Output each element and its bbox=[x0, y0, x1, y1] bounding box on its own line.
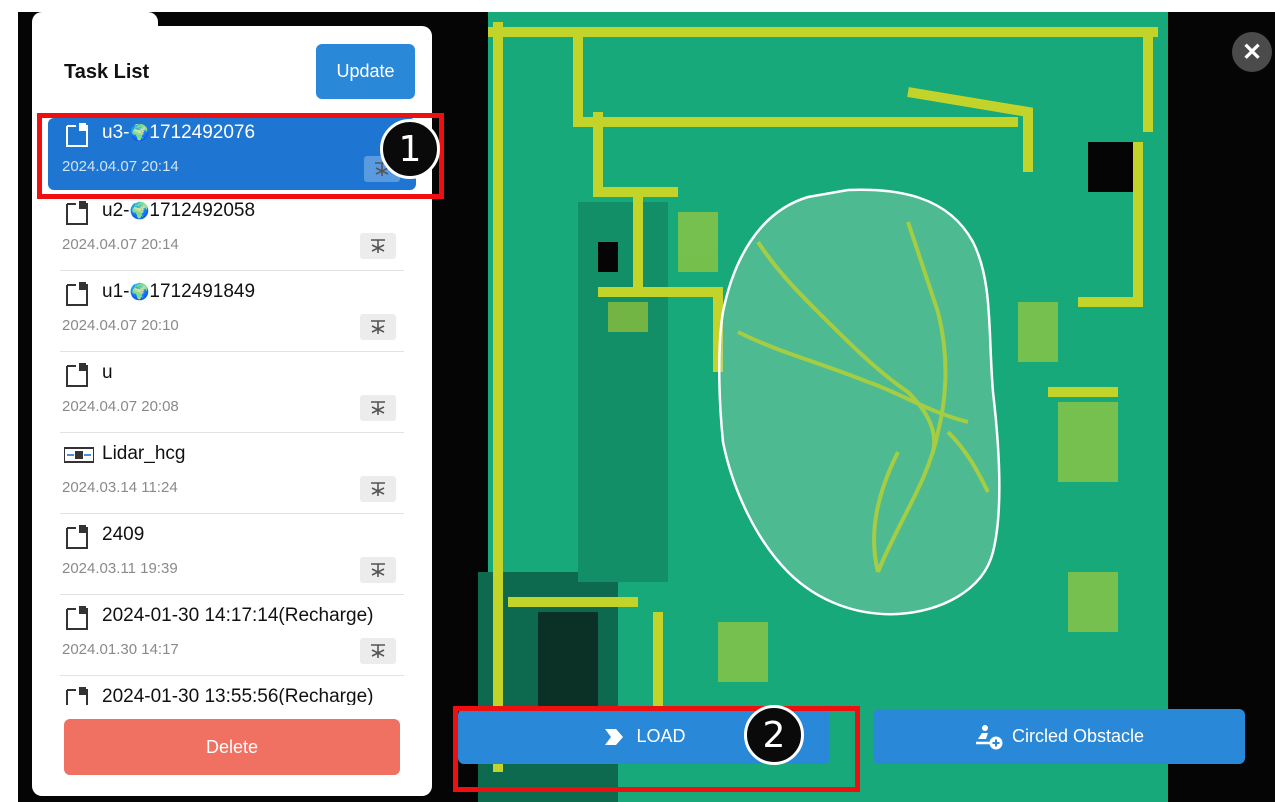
file-icon bbox=[64, 524, 88, 549]
task-list-item[interactable]: 2024-01-30 14:17:14(Recharge) 2024.01.30 … bbox=[60, 595, 404, 676]
file-icon bbox=[64, 605, 88, 630]
task-name: 2024-01-30 14:17:14(Recharge) bbox=[102, 605, 373, 627]
file-icon bbox=[64, 200, 88, 225]
close-icon: ✕ bbox=[1241, 38, 1263, 66]
task-list-item[interactable]: u1-🌍1712491849 2024.04.07 20:10 bbox=[60, 271, 404, 352]
task-name: 2409 bbox=[102, 524, 144, 546]
circled-obstacle-button[interactable]: Circled Obstacle bbox=[873, 709, 1245, 764]
antenna-icon bbox=[371, 239, 385, 253]
antenna-icon bbox=[371, 563, 385, 577]
panel-title: Task List bbox=[64, 61, 150, 83]
task-name: Lidar_hcg bbox=[102, 443, 185, 465]
task-action-button[interactable] bbox=[360, 557, 396, 583]
globe-icon: 🌍 bbox=[129, 203, 150, 220]
task-name-text: 2024-01-30 14:17:14(Recharge) bbox=[102, 605, 374, 626]
task-list-item[interactable]: u2-🌍1712492058 2024.04.07 20:14 bbox=[60, 190, 404, 271]
task-name: u bbox=[102, 362, 113, 384]
globe-icon: 🌍 bbox=[129, 284, 150, 301]
task-name-id: 1712492058 bbox=[149, 200, 256, 221]
update-button[interactable]: Update bbox=[316, 44, 415, 99]
task-name-text: u1- bbox=[102, 281, 130, 302]
task-name-text: Lidar_hcg bbox=[102, 443, 186, 464]
task-action-button[interactable] bbox=[360, 395, 396, 421]
task-name-text: u2- bbox=[102, 200, 130, 221]
task-list-item[interactable]: Lidar_hcg 2024.03.14 11:24 bbox=[60, 433, 404, 514]
antenna-icon bbox=[371, 320, 385, 334]
task-action-button[interactable] bbox=[360, 638, 396, 664]
task-name: u2-🌍1712492058 bbox=[102, 200, 255, 222]
delete-button[interactable]: Delete bbox=[64, 719, 400, 775]
task-name: u1-🌍1712491849 bbox=[102, 281, 255, 303]
file-icon bbox=[64, 686, 88, 705]
task-list-item[interactable]: 2024-01-30 13:55:56(Recharge) bbox=[60, 676, 404, 705]
task-name-id: 1712491849 bbox=[149, 281, 256, 302]
step-badge-1: 1 bbox=[380, 119, 440, 179]
task-date: 2024.01.30 14:17 bbox=[62, 641, 179, 658]
task-date: 2024.04.07 20:10 bbox=[62, 317, 179, 334]
antenna-icon bbox=[371, 644, 385, 658]
antenna-icon bbox=[371, 401, 385, 415]
file-icon bbox=[64, 281, 88, 306]
task-date: 2024.04.07 20:14 bbox=[62, 236, 179, 253]
close-button[interactable]: ✕ bbox=[1232, 32, 1272, 72]
file-icon bbox=[64, 362, 88, 387]
task-date: 2024.03.14 11:24 bbox=[62, 479, 178, 496]
task-name-text: 2409 bbox=[102, 524, 145, 545]
task-list-item[interactable]: u 2024.04.07 20:08 bbox=[60, 352, 404, 433]
task-action-button[interactable] bbox=[360, 233, 396, 259]
task-action-button[interactable] bbox=[360, 476, 396, 502]
task-list[interactable]: u3-🌍1712492076 2024.04.07 20:14 u2-🌍171249… bbox=[32, 110, 432, 705]
task-name-text: 2024-01-30 13:55:56(Recharge) bbox=[102, 686, 374, 705]
task-name: 2024-01-30 13:55:56(Recharge) bbox=[102, 686, 373, 705]
task-action-button[interactable] bbox=[360, 314, 396, 340]
task-list-item[interactable]: 2409 2024.03.11 19:39 bbox=[60, 514, 404, 595]
lidar-icon bbox=[63, 443, 95, 467]
obstacle-add-icon bbox=[975, 724, 1003, 749]
antenna-icon bbox=[371, 482, 385, 496]
task-name-text: u bbox=[102, 362, 113, 383]
step-badge-2: 2 bbox=[744, 705, 804, 765]
task-date: 2024.04.07 20:08 bbox=[62, 398, 179, 415]
circled-obstacle-label: Circled Obstacle bbox=[1011, 726, 1145, 746]
task-date: 2024.03.11 19:39 bbox=[62, 560, 178, 577]
